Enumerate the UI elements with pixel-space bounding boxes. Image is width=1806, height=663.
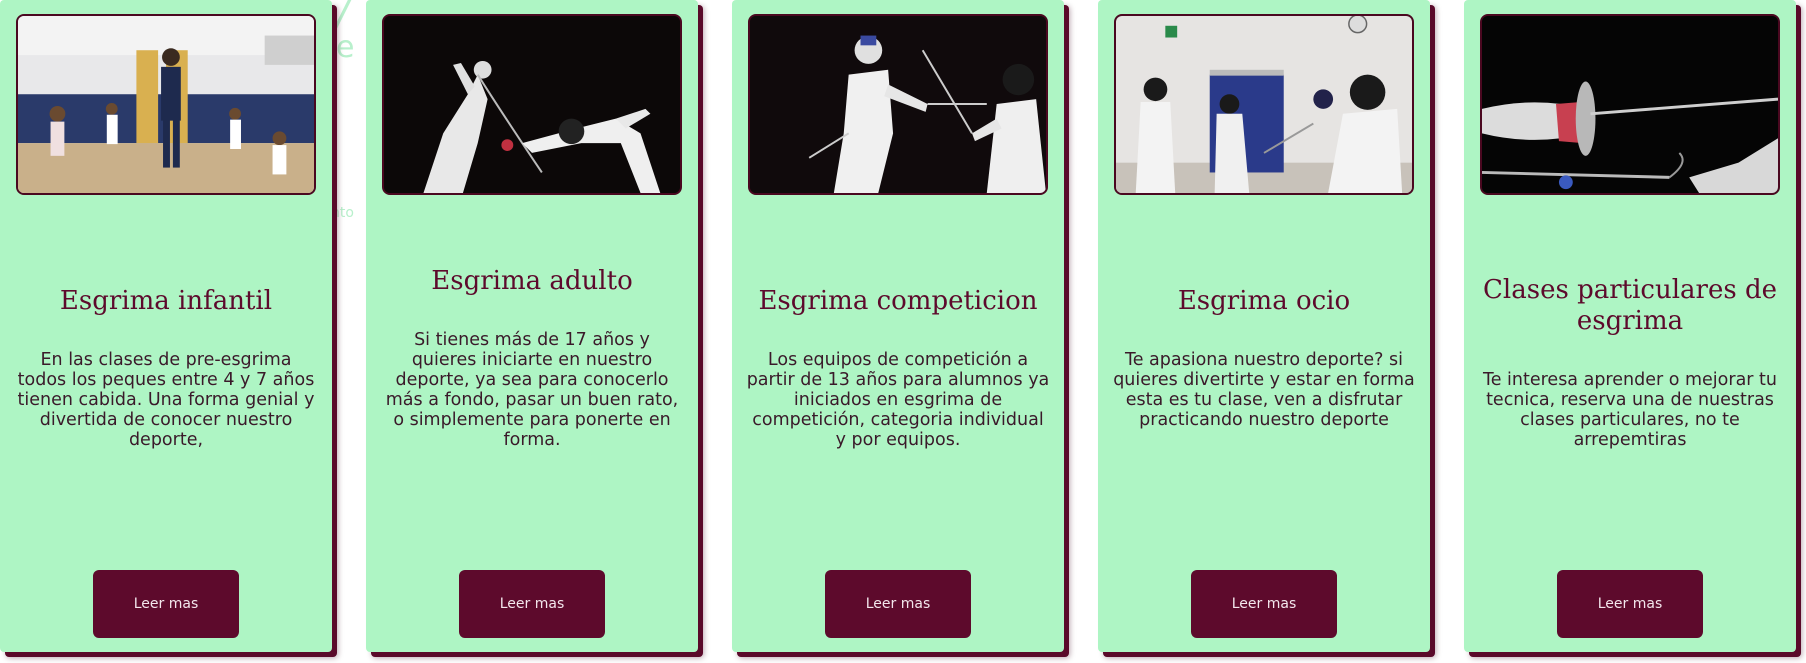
children-class-photo-icon: [18, 16, 314, 193]
card-esgrima-ocio: Esgrima ocio Te apasiona nuestro deporte…: [1098, 0, 1430, 652]
card-image: [748, 14, 1048, 195]
card-title: Esgrima ocio: [1177, 286, 1351, 316]
competition-fencers-photo-icon: [750, 16, 1046, 193]
fencing-blade-closeup-icon: [1482, 16, 1778, 193]
card-esgrima-competicion: Esgrima competicion Los equipos de compe…: [732, 0, 1064, 652]
card-description: En las clases de pre-esgrima todos los p…: [17, 350, 315, 450]
read-more-button[interactable]: Leer mas: [1557, 570, 1703, 638]
service-cards: Esgrima infantil En las clases de pre-es…: [0, 0, 1806, 663]
card-title: Esgrima adulto: [431, 266, 633, 296]
card-clases-particulares: Clases particulares de esgrima Te intere…: [1464, 0, 1796, 652]
card-description: Te interesa aprender o mejorar tu tecnic…: [1482, 370, 1778, 450]
read-more-button[interactable]: Leer mas: [825, 570, 971, 638]
card-description: Te apasiona nuestro deporte? si quieres …: [1113, 350, 1415, 430]
card-description: Los equipos de competición a partir de 1…: [746, 350, 1050, 450]
card-image: [16, 14, 316, 195]
card-image: [1480, 14, 1780, 195]
card-esgrima-adulto: Esgrima adulto Si tienes más de 17 años …: [366, 0, 698, 652]
adult-fencing-photo-icon: [384, 16, 680, 193]
card-title: Esgrima infantil: [59, 286, 273, 316]
read-more-button[interactable]: Leer mas: [93, 570, 239, 638]
read-more-button[interactable]: Leer mas: [1191, 570, 1337, 638]
leisure-fencing-photo-icon: [1116, 16, 1412, 193]
card-esgrima-infantil: Esgrima infantil En las clases de pre-es…: [0, 0, 332, 652]
card-title: Clases particulares de esgrima: [1483, 275, 1777, 336]
card-description: Si tienes más de 17 años y quieres inici…: [385, 330, 679, 450]
card-image: [1114, 14, 1414, 195]
card-title: Esgrima competicion: [758, 286, 1038, 316]
card-image: [382, 14, 682, 195]
read-more-button[interactable]: Leer mas: [459, 570, 605, 638]
